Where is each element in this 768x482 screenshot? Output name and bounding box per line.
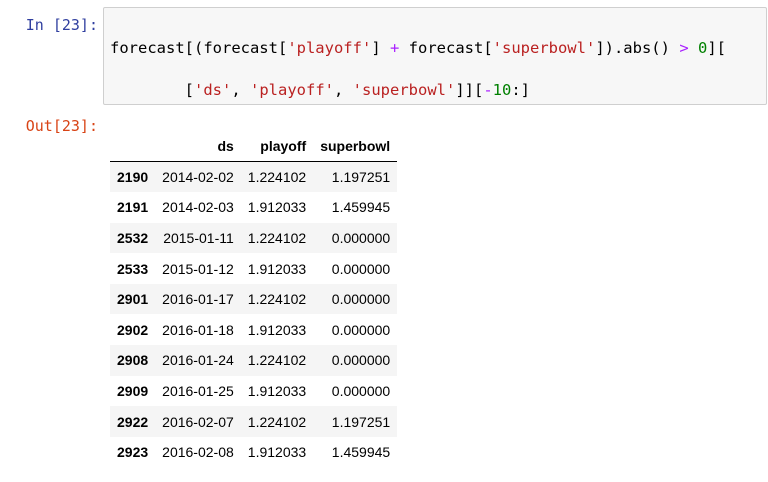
cell-playoff: 1.912033 <box>247 382 307 399</box>
cell-superbowl: 1.459945 <box>331 199 391 216</box>
column-header-ds: ds <box>155 131 241 162</box>
cell-playoff: 1.912033 <box>247 444 307 461</box>
cell-ds: 2016-01-17 <box>162 291 234 308</box>
cell-playoff: 1.912033 <box>247 260 307 277</box>
cell-superbowl: 1.459945 <box>331 444 391 461</box>
cell-superbowl: 1.197251 <box>331 169 391 186</box>
column-header-playoff: playoff <box>240 131 314 162</box>
table-row: 2191 2014-02-03 1.912033 1.459945 <box>110 192 397 223</box>
table-row: 2902 2016-01-18 1.912033 0.000000 <box>110 314 397 345</box>
cell-playoff: 1.224102 <box>247 169 307 186</box>
cell-superbowl: 0.000000 <box>331 352 391 369</box>
cell-ds: 2016-01-25 <box>162 382 234 399</box>
table-row: 2532 2015-01-11 1.224102 0.000000 <box>110 222 398 254</box>
row-index: 2909 <box>117 382 149 399</box>
row-index: 2191 <box>117 199 149 216</box>
cell-playoff: 1.224102 <box>247 229 307 246</box>
cell-ds: 2014-02-03 <box>162 199 234 216</box>
cell-playoff: 1.912033 <box>247 199 307 216</box>
cell-ds: 2016-01-18 <box>162 321 234 338</box>
code-line-2: ['ds', 'playoff', 'superbowl']][-10:] <box>110 81 531 99</box>
cell-superbowl: 0.000000 <box>331 260 391 277</box>
cell-ds: 2015-01-11 <box>163 229 234 246</box>
row-index: 2902 <box>117 321 149 338</box>
output-prompt: Out[23]: <box>25 117 98 135</box>
cell-superbowl: 0.000000 <box>331 291 391 308</box>
cell-ds: 2015-01-12 <box>162 260 234 277</box>
cell-ds: 2016-02-07 <box>162 413 234 430</box>
code-line-1: forecast[(forecast['playoff'] + forecast… <box>110 39 727 57</box>
row-index: 2922 <box>117 413 149 430</box>
table-row: 2190 2014-02-02 1.224102 1.197251 <box>110 161 398 193</box>
row-index: 2923 <box>117 444 149 461</box>
input-prompt: In [23]: <box>25 16 98 34</box>
table-row: 2901 2016-01-17 1.224102 0.000000 <box>110 283 398 315</box>
cell-superbowl: 1.197251 <box>331 413 391 430</box>
row-index: 2908 <box>117 352 149 369</box>
cell-playoff: 1.224102 <box>247 291 307 308</box>
column-header-index <box>110 131 156 162</box>
cell-ds: 2016-02-08 <box>162 444 234 461</box>
table-row: 2908 2016-01-24 1.224102 0.000000 <box>110 345 398 376</box>
cell-playoff: 1.224102 <box>247 352 307 369</box>
cell-ds: 2014-02-02 <box>162 169 234 186</box>
cell-superbowl: 0.000000 <box>331 229 391 246</box>
cell-playoff: 1.912033 <box>247 321 307 338</box>
table-row: 2909 2016-01-25 1.912033 0.000000 <box>110 376 397 407</box>
row-index: 2901 <box>117 291 149 308</box>
row-index: 2190 <box>117 169 149 186</box>
row-index: 2533 <box>117 260 149 277</box>
table-header-row: ds playoff superbowl <box>110 131 398 162</box>
dataframe-table: ds playoff superbowl 2190 2014-02-02 1.2… <box>110 131 398 468</box>
table-row: 2923 2016-02-08 1.912033 1.459945 <box>110 437 397 468</box>
cell-ds: 2016-01-24 <box>162 352 234 369</box>
code-input-area[interactable]: forecast[(forecast['playoff'] + forecast… <box>103 7 767 105</box>
cell-superbowl: 0.000000 <box>331 382 391 399</box>
row-index: 2532 <box>117 229 149 246</box>
table-row: 2922 2016-02-07 1.224102 1.197251 <box>110 406 398 437</box>
column-header-superbowl: superbowl <box>313 131 398 162</box>
table-row: 2533 2015-01-12 1.912033 0.000000 <box>110 253 397 284</box>
cell-playoff: 1.224102 <box>247 413 307 430</box>
cell-superbowl: 0.000000 <box>331 321 391 338</box>
